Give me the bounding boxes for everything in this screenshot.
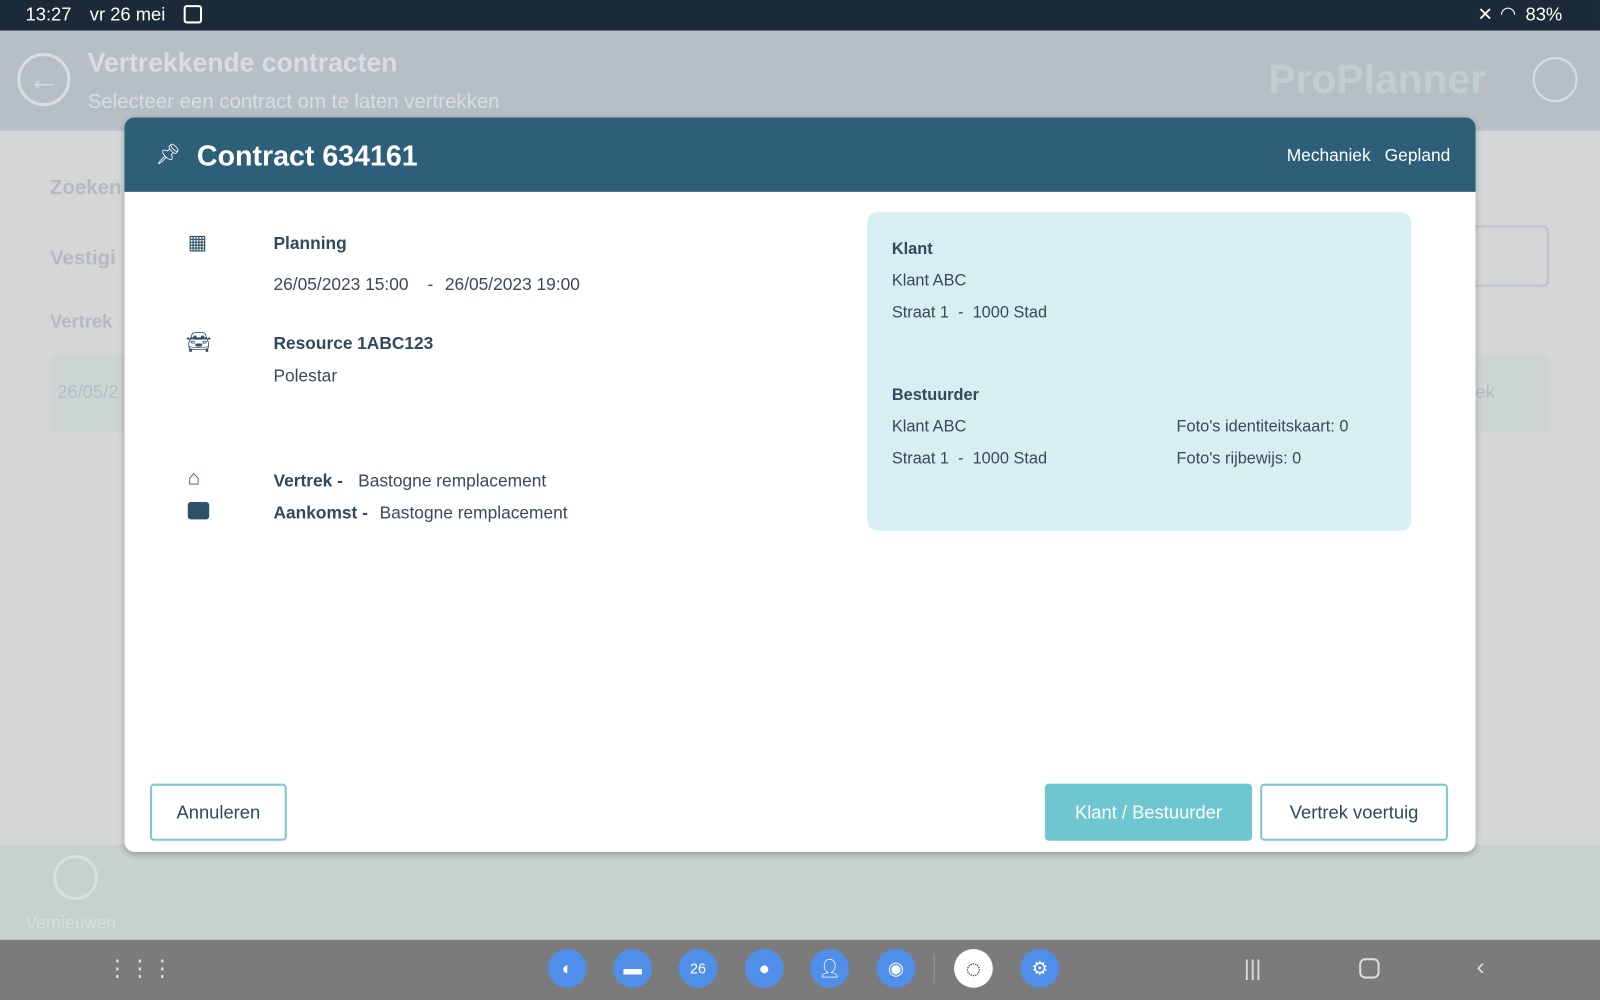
dialog-header: 📌︎ Contract 634161 Mechaniek Gepland bbox=[124, 117, 1476, 192]
messages-icon[interactable]: ● bbox=[744, 948, 784, 988]
search-label: Zoeken bbox=[49, 176, 122, 199]
customer-driver-panel: Klant Klant ABC Straat 1 - 1000 Stad Bes… bbox=[867, 212, 1412, 531]
bottom-toolbar bbox=[0, 844, 1600, 940]
recents-button[interactable]: ||| bbox=[1244, 955, 1262, 982]
driver-heading: Bestuurder bbox=[891, 386, 979, 405]
license-photos-count: Foto's rijbewijs: 0 bbox=[1176, 449, 1302, 468]
status-tag: Gepland bbox=[1384, 145, 1451, 166]
back-nav-button[interactable]: ‹ bbox=[1477, 953, 1485, 982]
planning-label: Planning bbox=[273, 233, 347, 254]
id-photos-count: Foto's identiteitskaart: 0 bbox=[1176, 418, 1349, 436]
proplanner-app-icon[interactable]: ◌ bbox=[954, 948, 993, 988]
app-drawer-icon[interactable]: ⋮⋮⋮ bbox=[106, 955, 173, 982]
settings-icon[interactable]: ⚙ bbox=[1020, 948, 1060, 988]
browser-icon[interactable]: ◐ bbox=[547, 948, 587, 988]
calendar-app-icon[interactable]: 26 bbox=[678, 948, 718, 988]
mute-icon: ✕ bbox=[1477, 4, 1493, 25]
battery-level: 83% bbox=[1525, 4, 1563, 25]
status-bar: 13:27 vr 26 mei ✕ ◠ 83% bbox=[0, 0, 1600, 31]
resource-label: Resource bbox=[273, 333, 353, 354]
planning-start: 26/05/2023 15:00 bbox=[273, 274, 409, 294]
cancel-button[interactable]: Annuleren bbox=[149, 783, 287, 841]
customer-heading: Klant bbox=[891, 240, 933, 259]
clock: 13:27 bbox=[25, 4, 72, 25]
departure-label: Vertrek bbox=[49, 311, 113, 332]
car-icon: 🚘︎ bbox=[185, 331, 212, 355]
dialog-title: Contract 634161 bbox=[196, 139, 418, 172]
planning-end: 26/05/2023 19:00 bbox=[444, 274, 580, 294]
branch-label: Vestigi bbox=[49, 246, 116, 270]
briefcase-icon bbox=[187, 502, 210, 520]
home-button[interactable] bbox=[1359, 958, 1380, 979]
type-tag: Mechaniek bbox=[1286, 145, 1371, 166]
contract-dialog: 📌︎ Contract 634161 Mechaniek Gepland ▦ P… bbox=[124, 117, 1476, 853]
back-button[interactable]: ← bbox=[17, 53, 71, 107]
camera-icon[interactable]: ◉ bbox=[876, 948, 916, 988]
date: vr 26 mei bbox=[89, 4, 166, 25]
calendar-icon: ▦ bbox=[187, 231, 208, 255]
pin-icon[interactable]: 📌︎ bbox=[155, 142, 181, 168]
dock-divider bbox=[933, 954, 935, 983]
home-icon: ⌂ bbox=[187, 467, 201, 490]
arrival-location: Bastogne remplacement bbox=[379, 503, 568, 523]
page-title: Vertrekkende contracten bbox=[87, 46, 398, 78]
refresh-icon[interactable] bbox=[53, 855, 98, 900]
driver-address: Straat 1 - 1000 Stad bbox=[891, 449, 1048, 468]
arrival-label: Aankomst - bbox=[273, 503, 368, 523]
customer-driver-button[interactable]: Klant / Bestuurder bbox=[1044, 783, 1253, 841]
resource-plate: 1ABC123 bbox=[357, 333, 434, 354]
page-subtitle: Selecteer een contract om te laten vertr… bbox=[87, 90, 500, 114]
driver-name: Klant ABC bbox=[891, 418, 967, 436]
resource-model: Polestar bbox=[273, 366, 338, 386]
departure-label: Vertrek - bbox=[273, 471, 343, 491]
customer-address: Straat 1 - 1000 Stad bbox=[891, 304, 1048, 322]
brand-logo: ProPlanner bbox=[1268, 57, 1487, 103]
refresh-label[interactable]: Vernieuwen bbox=[26, 913, 117, 933]
gallery-icon bbox=[183, 5, 203, 24]
contacts-icon[interactable]: 👤︎ bbox=[810, 948, 849, 988]
connection-icon[interactable] bbox=[1532, 57, 1578, 103]
wifi-icon: ◠ bbox=[1499, 3, 1517, 24]
departure-location: Bastogne remplacement bbox=[358, 471, 547, 491]
files-icon[interactable]: ▬ bbox=[613, 948, 653, 988]
customer-name: Klant ABC bbox=[891, 272, 967, 290]
depart-vehicle-button[interactable]: Vertrek voertuig bbox=[1260, 783, 1448, 841]
